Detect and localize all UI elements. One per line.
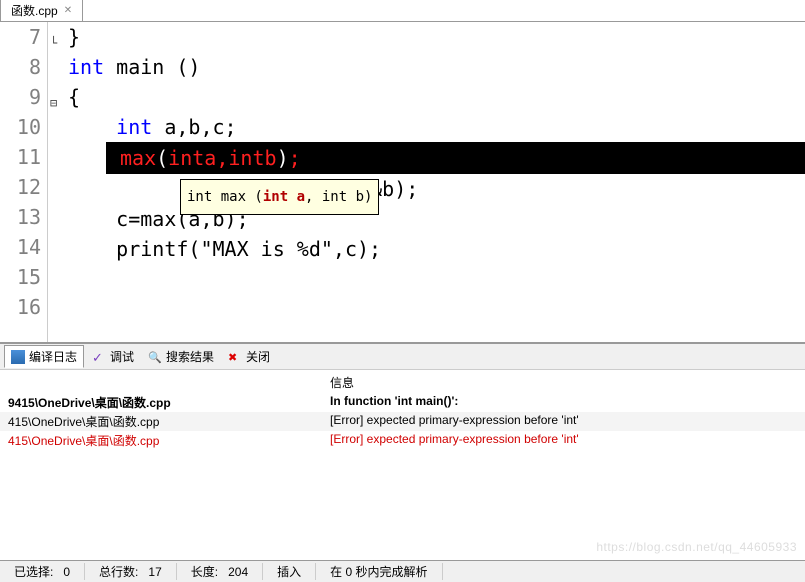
line-number: 14 xyxy=(0,232,41,262)
code-line: { xyxy=(64,82,805,112)
message-row[interactable]: 415\OneDrive\桌面\函数.cpp [Error] expected … xyxy=(0,412,805,431)
message-file: 415\OneDrive\桌面\函数.cpp xyxy=(0,413,322,430)
line-number: 8 xyxy=(0,52,41,82)
tab-search-results[interactable]: 搜索结果 xyxy=(142,346,220,367)
watermark: https://blog.csdn.net/qq_44605933 xyxy=(596,540,797,554)
line-number: 15 xyxy=(0,262,41,292)
message-info: [Error] expected primary-expression befo… xyxy=(322,413,805,430)
file-tabs: 函数.cpp ✕ xyxy=(0,0,805,22)
code-line: int a,b,c; xyxy=(64,112,805,142)
message-info: In function 'int main()': xyxy=(322,394,805,411)
tab-close[interactable]: 关闭 xyxy=(222,346,276,367)
status-parse: 在 0 秒内完成解析 xyxy=(316,563,442,580)
status-bar: 已选择: 0 总行数: 17 长度: 204 插入 在 0 秒内完成解析 xyxy=(0,560,805,582)
bottom-panel-tabs: 编译日志 调试 搜索结果 关闭 xyxy=(0,342,805,370)
line-number: 16 xyxy=(0,292,41,322)
log-icon xyxy=(11,350,25,364)
fold-column: └ ⊟ xyxy=(48,22,64,342)
close-icon xyxy=(228,350,242,364)
status-selection: 已选择: 0 xyxy=(0,563,85,580)
status-length: 长度: 204 xyxy=(177,563,263,580)
code-line: } xyxy=(64,22,805,52)
code-line: printf("MAX is %d",c); xyxy=(64,234,805,264)
file-tab-active[interactable]: 函数.cpp ✕ xyxy=(0,0,83,21)
close-icon[interactable]: ✕ xyxy=(64,5,72,16)
tab-debug[interactable]: 调试 xyxy=(86,346,140,367)
message-info: [Error] expected primary-expression befo… xyxy=(322,432,805,449)
status-mode: 插入 xyxy=(263,563,316,580)
messages-panel[interactable]: 9415\OneDrive\桌面\函数.cpp In function 'int… xyxy=(0,393,805,450)
fold-toggle-icon[interactable]: ⊟ xyxy=(50,88,57,118)
code-line-highlighted[interactable]: max (int a,int b); xyxy=(106,142,805,174)
check-icon xyxy=(92,350,106,364)
line-number-gutter: 7 8 9 10 11 12 13 14 15 16 xyxy=(0,22,48,342)
fold-end-icon: └ xyxy=(50,28,57,58)
line-number: 9 xyxy=(0,82,41,112)
line-number: 11 xyxy=(0,142,41,172)
code-line: int main () xyxy=(64,52,805,82)
code-line xyxy=(64,264,805,294)
message-file: 415\OneDrive\桌面\函数.cpp xyxy=(0,432,322,449)
messages-header: 信息 xyxy=(0,370,805,393)
line-number: 13 xyxy=(0,202,41,232)
line-number: 12 xyxy=(0,172,41,202)
message-row[interactable]: 9415\OneDrive\桌面\函数.cpp In function 'int… xyxy=(0,393,805,412)
status-total-lines: 总行数: 17 xyxy=(85,563,177,580)
code-editor[interactable]: 7 8 9 10 11 12 13 14 15 16 └ ⊟ } int mai… xyxy=(0,22,805,342)
signature-tooltip: int max (int a, int b) xyxy=(180,179,379,215)
tab-title: 函数.cpp xyxy=(11,2,58,19)
code-line: &a,&b); xyxy=(64,174,805,204)
search-icon xyxy=(148,350,162,364)
line-number: 7 xyxy=(0,22,41,52)
code-content[interactable]: } int main () { int a,b,c; max (int a,in… xyxy=(64,22,805,342)
code-line xyxy=(64,294,805,324)
code-line: c=max(a,b); xyxy=(64,204,805,234)
message-file: 9415\OneDrive\桌面\函数.cpp xyxy=(0,394,322,411)
tab-compile-log[interactable]: 编译日志 xyxy=(4,345,84,368)
line-number: 10 xyxy=(0,112,41,142)
message-row[interactable]: 415\OneDrive\桌面\函数.cpp [Error] expected … xyxy=(0,431,805,450)
